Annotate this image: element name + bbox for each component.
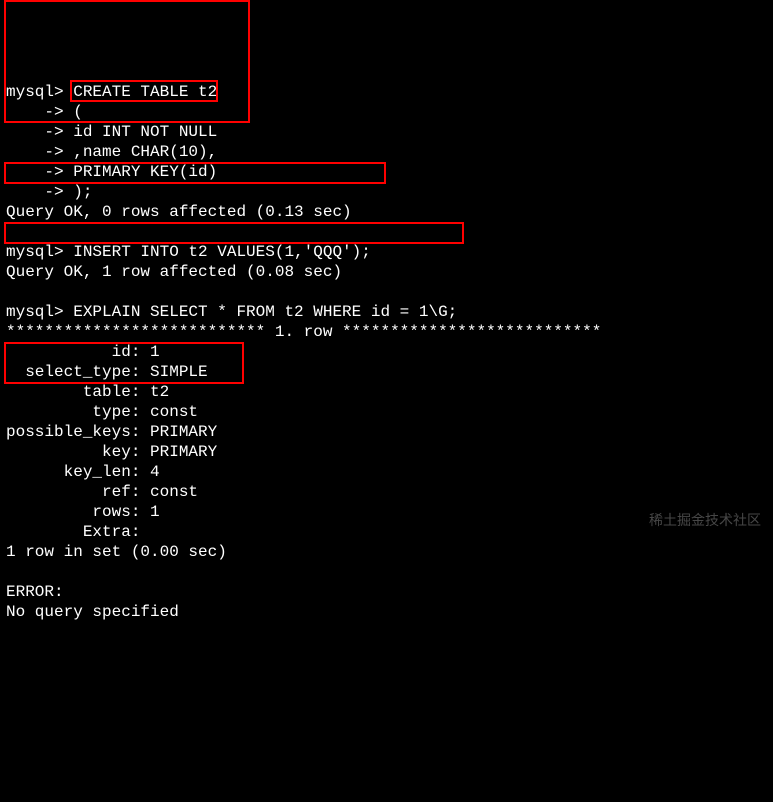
- watermark-text: 稀土掘金技术社区: [649, 510, 761, 530]
- terminal-line: No query specified: [6, 602, 767, 622]
- terminal-line: table: t2: [6, 382, 767, 402]
- terminal-line: -> id INT NOT NULL: [6, 122, 767, 142]
- terminal-line: select_type: SIMPLE: [6, 362, 767, 382]
- terminal-line: [6, 562, 767, 582]
- terminal-line: *************************** 1. row *****…: [6, 322, 767, 342]
- terminal-line: -> PRIMARY KEY(id): [6, 162, 767, 182]
- terminal-line: possible_keys: PRIMARY: [6, 422, 767, 442]
- terminal-line: mysql> EXPLAIN SELECT * FROM t2 WHERE id…: [6, 302, 767, 322]
- terminal-line: 1 row in set (0.00 sec): [6, 542, 767, 562]
- terminal-line: -> );: [6, 182, 767, 202]
- terminal-line: type: const: [6, 402, 767, 422]
- terminal-line: mysql> CREATE TABLE t2: [6, 82, 767, 102]
- terminal-line: -> (: [6, 102, 767, 122]
- terminal-line: mysql> INSERT INTO t2 VALUES(1,'QQQ');: [6, 242, 767, 262]
- terminal-line: -> ,name CHAR(10),: [6, 142, 767, 162]
- terminal-line: key: PRIMARY: [6, 442, 767, 462]
- terminal-line: ERROR:: [6, 582, 767, 602]
- terminal-line: [6, 222, 767, 242]
- terminal-line: Query OK, 0 rows affected (0.13 sec): [6, 202, 767, 222]
- terminal-line: key_len: 4: [6, 462, 767, 482]
- terminal-line: ref: const: [6, 482, 767, 502]
- terminal-line: id: 1: [6, 342, 767, 362]
- terminal-line: Query OK, 1 row affected (0.08 sec): [6, 262, 767, 282]
- terminal-output: mysql> CREATE TABLE t2 -> ( -> id INT NO…: [6, 82, 767, 622]
- terminal-line: [6, 282, 767, 302]
